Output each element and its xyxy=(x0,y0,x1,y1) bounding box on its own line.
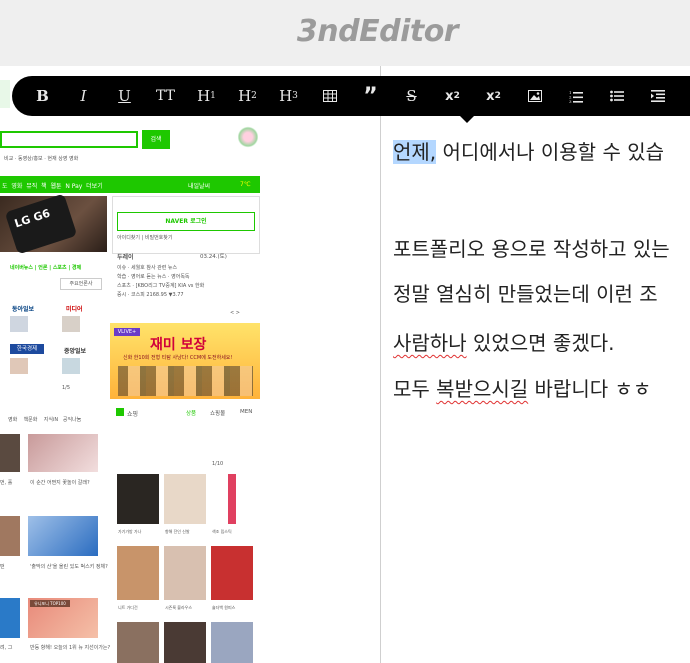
text-size-button[interactable]: TT xyxy=(145,76,186,116)
preview-issue-line[interactable]: 증시 · 코스피 2168.95 ▼3.77 xyxy=(117,291,184,298)
underline-button[interactable]: U xyxy=(104,76,145,116)
preview-card-caption[interactable]: 려, 그 xyxy=(0,644,12,651)
image-icon[interactable] xyxy=(514,76,555,116)
preview-product-cardigan[interactable] xyxy=(117,546,159,600)
preview-product-blouse[interactable] xyxy=(164,546,206,600)
preview-weather[interactable]: 내일날씨 xyxy=(188,181,210,190)
preview-shopping-page: 1/10 xyxy=(212,461,224,467)
quote-icon[interactable]: ” xyxy=(350,76,391,116)
preview-product-shoes[interactable] xyxy=(164,474,206,524)
preview-promo-flower xyxy=(238,126,258,148)
preview-card-caption[interactable]: 이 순간 어쩐지 꽃놀이 갈래? xyxy=(30,479,90,486)
subscript-button[interactable]: x2 xyxy=(432,76,473,116)
preview-shopping-tab[interactable]: MEN xyxy=(240,409,252,415)
preview-press-thumb xyxy=(10,316,28,332)
preview-press-thumb xyxy=(62,316,80,332)
preview-issue-date: 03.24.(토) xyxy=(200,254,227,260)
preview-logo-mark xyxy=(0,80,10,108)
preview-press-joongang[interactable]: 중앙일보 xyxy=(64,346,86,355)
indent-icon[interactable] xyxy=(637,76,678,116)
preview-product-caption[interactable]: 색조 립스틱 xyxy=(212,529,232,535)
preview-shopping-tab[interactable]: 상품 xyxy=(186,409,196,417)
strikethrough-button[interactable]: S xyxy=(391,76,432,116)
preview-temp: 7℃ xyxy=(240,181,251,188)
preview-icon-links[interactable]: 영화 책문화 지식iN 공익나눔 xyxy=(8,416,81,423)
preview-login-links[interactable]: 아이디찾기 | 비밀번호찾기 xyxy=(117,234,172,241)
editor-line-4[interactable]: 사람하나 있었으면 좋겠다. xyxy=(393,327,614,356)
preview-product-caption[interactable]: 시즌룩 블라우스 xyxy=(165,605,192,611)
preview-banner-people xyxy=(118,366,253,396)
preview-product-caption[interactable]: 니트 가디건 xyxy=(118,605,138,611)
editor-line-3[interactable]: 정말 열심히 만들었는데 이런 조 xyxy=(393,278,658,307)
heading-2-button[interactable]: H2 xyxy=(227,76,268,116)
editor-line-5[interactable]: 모두 복받으시길 바랍니다 ㅎㅎ xyxy=(393,373,651,402)
preview-search-field[interactable] xyxy=(0,131,138,148)
preview-product-bag[interactable] xyxy=(117,474,159,524)
outdent-icon[interactable] xyxy=(678,76,690,116)
preview-product-jacket[interactable] xyxy=(211,546,253,600)
italic-button[interactable]: I xyxy=(63,76,104,116)
preview-press-select[interactable]: 주요언론사 xyxy=(60,278,102,290)
selected-text[interactable]: 언제, xyxy=(393,140,437,164)
preview-issue-title: 두레이 xyxy=(117,254,134,261)
formatting-toolbar: B I U TT H1 H2 H3 ” S x2 x2 123 xyxy=(12,76,690,116)
preview-product-image[interactable] xyxy=(117,622,159,663)
preview-press-media[interactable]: 미디어 xyxy=(66,304,83,313)
preview-press-thumb xyxy=(10,358,28,374)
preview-product-lipstick[interactable] xyxy=(211,474,253,524)
preview-product-caption[interactable]: 가기가방 가나 xyxy=(118,529,141,535)
heading-3-button[interactable]: H3 xyxy=(268,76,309,116)
preview-banner-sub: 신화 한10회 전형 티탐 사냥다! CCM에 도전하세요! xyxy=(123,355,233,361)
toolbar-pointer-arrow xyxy=(459,115,475,123)
preview-card-image[interactable] xyxy=(0,516,20,556)
preview-subline: 비교 · 동영상/홍보 · 현재 상영 영화 xyxy=(4,156,79,162)
misspelled-word[interactable]: 사람하나 xyxy=(393,331,467,355)
preview-press-hankyung[interactable]: 한국경제 xyxy=(10,344,44,354)
preview-card-image[interactable] xyxy=(28,516,98,556)
preview-card-caption[interactable]: '출막의 산'을 올린 있도 벅스키 정체? xyxy=(30,563,108,570)
preview-shopping-label: 쇼핑 xyxy=(127,411,139,418)
preview-shopping-logo xyxy=(116,408,124,416)
preview-news-pagination: 1/5 xyxy=(62,385,71,391)
preview-product-caption[interactable]: 향해 잔인 신발 xyxy=(165,529,190,535)
preview-card-image[interactable] xyxy=(28,434,98,472)
editor-line-1[interactable]: 언제, 어디에서나 이용할 수 있습 xyxy=(393,136,664,165)
app-header: 3ndEditor xyxy=(0,0,690,67)
preview-press-thumb xyxy=(62,358,80,374)
table-icon[interactable] xyxy=(309,76,350,116)
preview-card-caption[interactable]: 떤 xyxy=(0,563,5,570)
preview-product-image[interactable] xyxy=(164,622,206,663)
preview-issue-line[interactable]: 이슈 · 세월호 참사 관련 뉴스 xyxy=(117,264,177,271)
preview-press-donga[interactable]: 동아일보 xyxy=(12,304,34,313)
preview-news-tabs[interactable]: 네이버뉴스 | 언론 | 스포츠 | 경제 xyxy=(10,264,81,271)
embedded-webpage-preview: 검색 비교 · 동영상/홍보 · 현재 상영 영화 도 영화 뮤직 책 웹툰 N… xyxy=(0,66,381,663)
editor-line-2[interactable]: 포트폴리오 용으로 작성하고 있는 xyxy=(393,233,670,262)
preview-search-button[interactable]: 검색 xyxy=(142,130,170,149)
bold-button[interactable]: B xyxy=(22,76,63,116)
preview-card-image[interactable] xyxy=(0,598,20,638)
preview-card-caption[interactable]: 반등 항해! 오늘의 1위 뉴 지선이가는? xyxy=(30,644,110,651)
preview-pager-arrows[interactable]: < > xyxy=(230,310,240,316)
preview-card-caption[interactable]: 먼, 홀 xyxy=(0,479,12,486)
preview-issue-line[interactable]: 스포츠 · [KBO리그 TV중계] KIA vs 한화 xyxy=(117,282,204,289)
preview-banner-title: 재미 보장 xyxy=(150,337,207,353)
preview-naver-login-button[interactable]: NAVER 로그인 xyxy=(117,212,255,231)
app-logo: 3ndEditor xyxy=(296,14,459,49)
bullet-list-icon[interactable] xyxy=(596,76,637,116)
svg-text:3: 3 xyxy=(569,99,572,103)
superscript-button[interactable]: x2 xyxy=(473,76,514,116)
editor-content[interactable]: 언제, 어디에서나 이용할 수 있습 포트폴리오 용으로 작성하고 있는 정말 … xyxy=(381,66,690,663)
preview-product-image[interactable] xyxy=(211,622,253,663)
preview-shopping-tab[interactable]: 쇼핑몰 xyxy=(210,409,225,417)
misspelled-word[interactable]: 복받으시길 xyxy=(436,377,528,401)
heading-1-button[interactable]: H1 xyxy=(186,76,227,116)
preview-product-caption[interactable]: 숄더백 원피스 xyxy=(212,605,235,611)
ordered-list-icon[interactable]: 123 xyxy=(555,76,596,116)
preview-card-image[interactable] xyxy=(0,434,20,472)
preview-card-badge: 유니포니 TOP100 xyxy=(30,600,70,607)
preview-issue-line[interactable]: 학습 · 영어로 듣는 뉴스 · 영어독독 xyxy=(117,273,190,280)
preview-nav-items[interactable]: 도 영화 뮤직 책 웹툰 N Pay 더보기 xyxy=(2,181,103,190)
preview-banner-tag: VLIVE+ xyxy=(114,328,140,336)
